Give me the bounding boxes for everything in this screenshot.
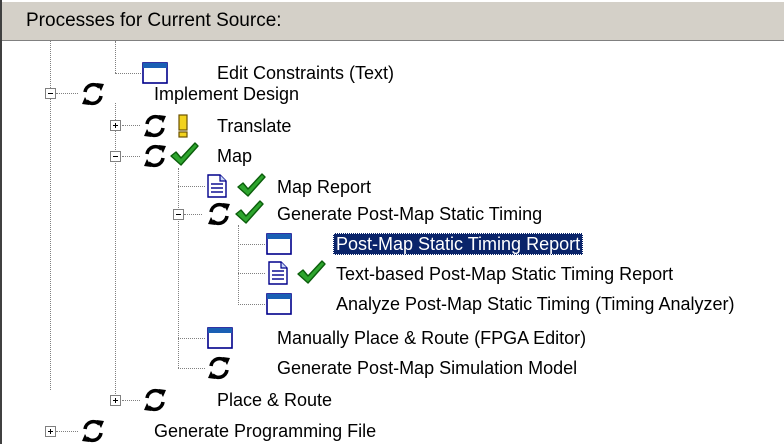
process-sync-icon [206, 201, 232, 227]
check-icon [236, 172, 266, 198]
process-sync-icon [206, 355, 232, 381]
collapse-toggle[interactable] [173, 209, 184, 220]
tree-item-label: Map [217, 146, 253, 166]
tree-item-label: Translate [217, 116, 292, 136]
tree-item-label: Post-Map Static Timing Report [333, 233, 584, 255]
expand-toggle[interactable] [110, 395, 121, 406]
tree-item-label: Analyze Post-Map Static Timing (Timing A… [336, 294, 735, 314]
panel-title: Processes for Current Source: [26, 10, 282, 31]
process-sync-icon [142, 387, 168, 413]
tree-item-label: Edit Constraints (Text) [217, 63, 395, 83]
tree-item-label: Implement Design [154, 84, 300, 104]
tree-item-label: Map Report [277, 177, 372, 197]
process-sync-icon [142, 143, 168, 169]
expand-toggle[interactable] [110, 120, 121, 131]
document-icon [268, 261, 288, 285]
tree-item-label: Text-based Post-Map Static Timing Report [336, 264, 674, 284]
check-icon [169, 141, 199, 167]
process-sync-icon [142, 113, 168, 139]
process-tree[interactable]: Edit Constraints (Text) Implement Design… [2, 41, 784, 444]
collapse-toggle[interactable] [45, 88, 56, 99]
tree-item-label: Manually Place & Route (FPGA Editor) [277, 328, 587, 348]
panel-header: Processes for Current Source: [2, 0, 784, 41]
tree-item-label: Place & Route [217, 390, 333, 410]
window-icon [142, 62, 168, 84]
window-icon [207, 327, 233, 349]
process-sync-icon [80, 81, 106, 107]
check-icon [296, 259, 326, 285]
collapse-toggle[interactable] [110, 151, 121, 162]
tree-item-label: Generate Post-Map Simulation Model [277, 358, 578, 378]
check-icon [234, 199, 264, 225]
tree-item-label: Generate Programming File [154, 421, 377, 441]
process-sync-icon [80, 418, 106, 444]
tree-item-label: Generate Post-Map Static Timing [277, 204, 543, 224]
window-icon [266, 233, 292, 255]
window-icon [266, 293, 292, 315]
processes-panel: Processes for Current Source: Edit Const… [0, 0, 784, 444]
expand-toggle[interactable] [45, 426, 56, 437]
document-icon [207, 174, 227, 198]
warning-icon [177, 114, 189, 138]
